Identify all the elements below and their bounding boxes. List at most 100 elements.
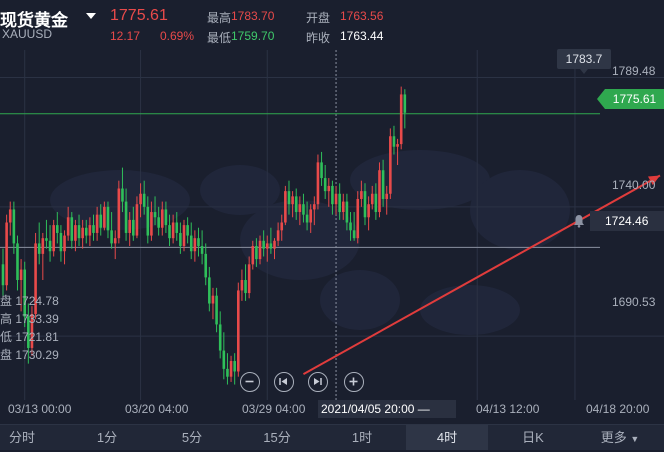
candle-body <box>284 191 287 223</box>
candle-body <box>70 217 74 241</box>
scroll-prev-button[interactable] <box>274 372 294 392</box>
candle-body <box>37 243 41 254</box>
candle-body <box>378 170 381 213</box>
x-tick-label: 04/13 12:00 <box>476 402 540 416</box>
y-tick-label: 1740.00 <box>612 178 656 192</box>
candle-body <box>313 204 316 210</box>
timeframe-tab[interactable]: 分时 <box>0 425 44 450</box>
candle-body <box>276 230 280 241</box>
candle-body <box>168 225 171 239</box>
candle-body <box>349 222 352 231</box>
candle-body <box>5 222 8 286</box>
zoom-in-button[interactable] <box>344 372 364 392</box>
candle-body <box>316 162 320 205</box>
candle-body <box>113 238 117 244</box>
candle-body <box>84 227 88 236</box>
y-tick-label: 1690.53 <box>612 295 656 309</box>
candle-body <box>392 136 396 147</box>
candle-body <box>323 178 327 192</box>
candle-body <box>389 136 392 194</box>
candle-body <box>208 277 211 304</box>
chevron-down-icon[interactable] <box>86 13 96 19</box>
candlestick-chart[interactable] <box>0 50 664 400</box>
timeframe-tab[interactable]: 5分 <box>168 425 216 450</box>
candle-body <box>56 225 59 233</box>
candle-body <box>247 264 251 294</box>
candle-body <box>45 238 48 241</box>
candle-body <box>8 209 12 223</box>
candle-body <box>218 324 222 351</box>
candle-body <box>200 246 204 254</box>
ohlc-low: 低 1721.81 <box>0 330 59 344</box>
candle-body <box>189 235 193 252</box>
candle-body <box>341 201 345 213</box>
candle-body <box>41 238 45 254</box>
candle-body <box>139 193 142 205</box>
candle-body <box>132 219 135 236</box>
alert-line-tag[interactable]: 1724.46 <box>574 211 664 231</box>
last-price: 1775.61 <box>110 7 168 24</box>
candle-body <box>269 243 273 249</box>
candle-body <box>352 230 356 239</box>
candle-body <box>164 209 168 226</box>
candle-body <box>309 209 312 223</box>
last-price-tag-pointer <box>597 89 605 109</box>
candle-body <box>95 214 99 233</box>
candle-body <box>88 225 92 236</box>
high-value: 1783.70 <box>231 9 275 23</box>
skip-back-icon <box>279 378 287 385</box>
candle-body <box>117 188 121 239</box>
candle-body <box>153 212 157 218</box>
candle-body <box>74 225 77 241</box>
candle-body <box>52 225 55 252</box>
candle-body <box>59 232 63 252</box>
candle-body <box>305 214 309 223</box>
candle-body <box>66 217 70 236</box>
map-background-shape <box>470 170 570 250</box>
candle-body <box>142 193 146 207</box>
candle-body <box>360 191 363 199</box>
more-timeframes-button[interactable]: 更多 ▼ <box>594 425 646 450</box>
crosshair-time-label: 2021/04/05 20:00 — <box>318 400 456 418</box>
candle-body <box>320 162 323 179</box>
candle-body <box>211 295 215 304</box>
candle-body <box>193 238 197 252</box>
candle-body <box>179 232 182 247</box>
bell-icon[interactable] <box>572 214 586 228</box>
candle-body <box>16 243 19 280</box>
candle-body <box>262 240 265 249</box>
candle-body <box>99 214 103 228</box>
skip-forward-icon <box>314 378 322 385</box>
low-label: 最低 <box>207 31 232 45</box>
candle-body <box>251 246 255 265</box>
ohlc-high: 高 1733.39 <box>0 312 59 326</box>
timeframe-tab[interactable]: 15分 <box>252 425 302 450</box>
zoom-out-button[interactable] <box>240 372 260 392</box>
candle-body <box>374 193 378 213</box>
candle-body <box>258 240 262 260</box>
candle-body <box>385 193 389 199</box>
candle-body <box>370 193 374 205</box>
timeframe-tab[interactable]: 1分 <box>83 425 131 450</box>
timeframe-tab[interactable]: 日K <box>508 425 558 450</box>
candle-body <box>121 188 124 202</box>
candle-body <box>265 243 269 249</box>
candle-body <box>175 222 179 233</box>
candle-body <box>103 206 106 228</box>
scroll-next-button[interactable] <box>308 372 328 392</box>
x-tick-label: 03/20 04:00 <box>125 402 189 416</box>
x-tick-label: 03/29 04:00 <box>242 402 306 416</box>
candle-body <box>48 240 52 252</box>
candle-body <box>403 94 407 113</box>
high-marker-pointer <box>580 69 588 74</box>
candle-body <box>396 144 399 147</box>
candle-body <box>367 204 370 218</box>
x-tick-label: 04/18 20:00 <box>586 402 650 416</box>
high-label: 最高 <box>207 11 232 25</box>
timeframe-tab[interactable]: 1时 <box>338 425 386 450</box>
timeframe-tab[interactable]: 4时 <box>406 425 488 450</box>
candle-body <box>226 368 229 377</box>
candle-body <box>273 240 276 249</box>
candle-body <box>215 295 218 325</box>
candle-body <box>294 196 298 213</box>
